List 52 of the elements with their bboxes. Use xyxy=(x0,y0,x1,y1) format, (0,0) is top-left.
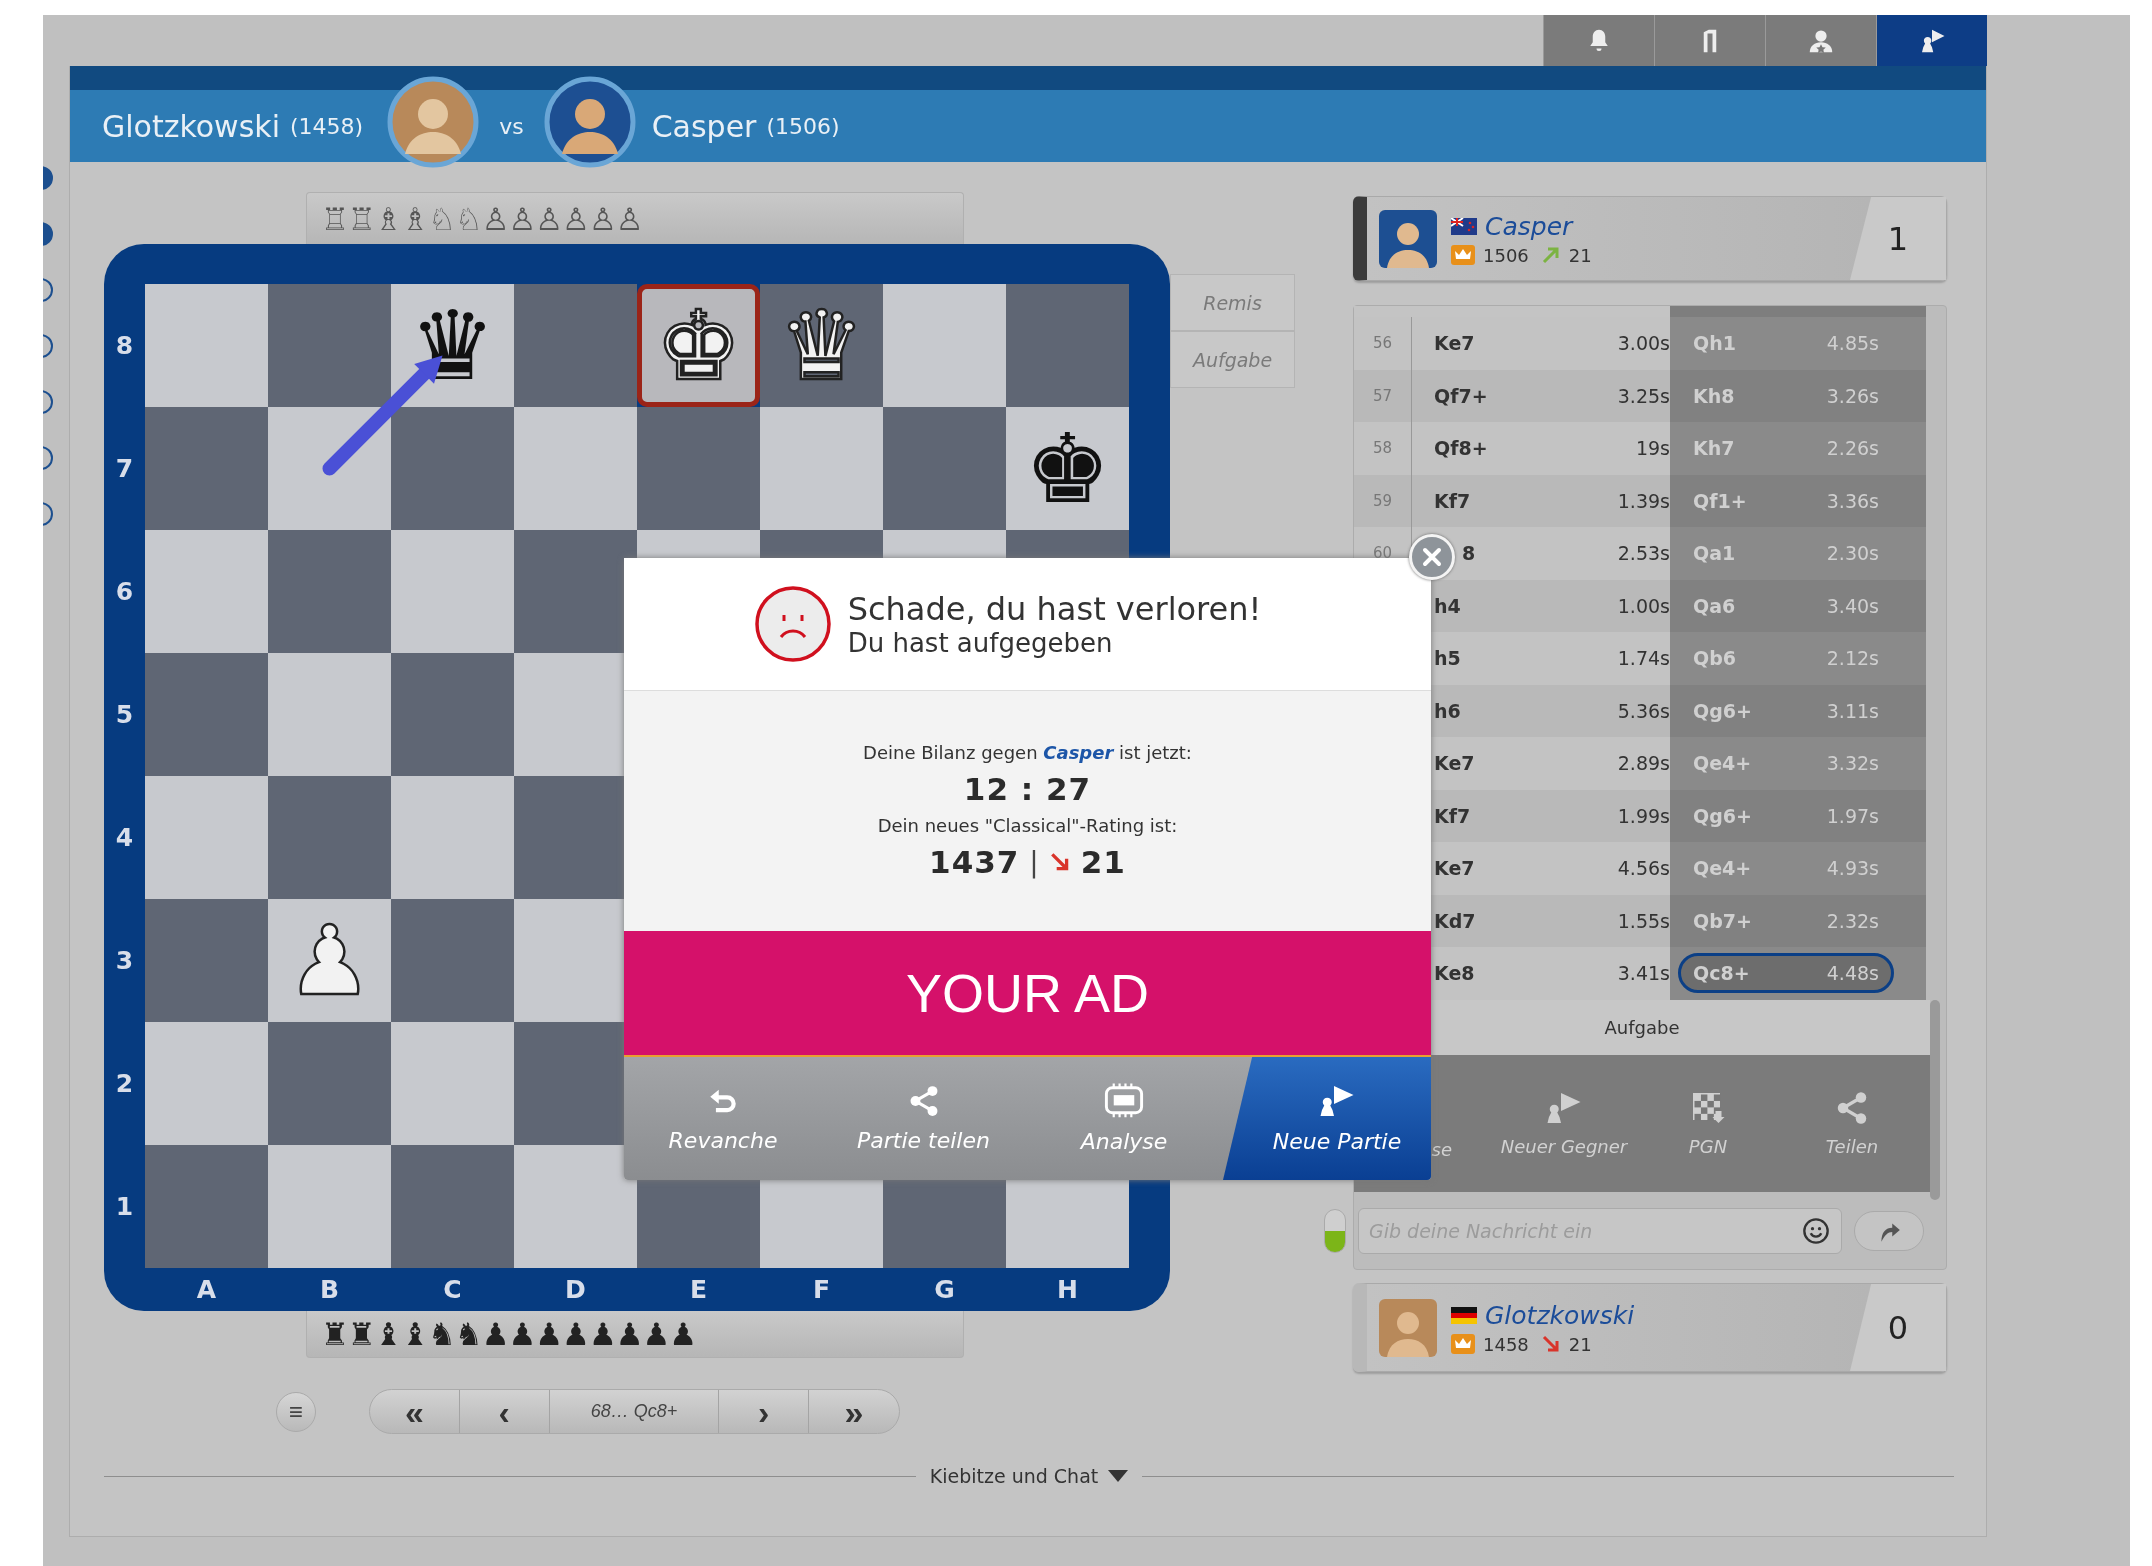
player-name: Casper xyxy=(651,108,757,144)
file-label: D xyxy=(564,1274,587,1306)
separator: | xyxy=(1029,845,1039,879)
move-time: 1.39s xyxy=(1616,489,1670,512)
rank-label: 3 xyxy=(114,945,135,977)
new-rating: 1437 xyxy=(929,844,1020,880)
move-time: 3.25s xyxy=(1616,384,1670,407)
rating-change: 21 xyxy=(1080,844,1126,880)
player-rating: 1506 xyxy=(1483,244,1529,266)
rating-text: Dein neues "Classical"-Rating ist: xyxy=(877,815,1178,836)
move-time: 19s xyxy=(1634,437,1670,460)
move-time: 5.36s xyxy=(1616,699,1670,722)
rank-label: 1 xyxy=(114,1191,135,1223)
rating-change: 21 xyxy=(1568,1333,1592,1355)
file-label: F xyxy=(811,1274,832,1306)
score: 1 xyxy=(1850,197,1946,280)
record-text: Deine Bilanz gegen Casper ist jetzt: xyxy=(863,742,1192,763)
vs-label: vs xyxy=(499,113,524,139)
player-name: Glotzkowski xyxy=(102,108,280,144)
rank-label: 5 xyxy=(114,699,135,731)
dialog-title: Schade, du hast verloren! xyxy=(847,590,1262,628)
rank-label: 7 xyxy=(114,453,135,485)
rank-label: 6 xyxy=(114,576,135,608)
move-time: 4.56s xyxy=(1616,857,1670,880)
captured-pieces: ♜♜♝♝♞♞♟♟♟♟♟♟♟♟ xyxy=(306,1311,964,1358)
file-label: A xyxy=(195,1274,218,1306)
file-label: G xyxy=(933,1274,956,1306)
file-label: B xyxy=(318,1274,341,1306)
rating-change: 21 xyxy=(1568,244,1592,266)
score: 0 xyxy=(1850,1284,1946,1371)
captured-pieces: ♖♖♗♗♘♘♙♙♙♙♙♙ xyxy=(306,192,964,244)
rank-label: 4 xyxy=(114,822,135,854)
file-label: E xyxy=(688,1274,709,1306)
move-time: 1.99s xyxy=(1616,804,1670,827)
rank-label: 8 xyxy=(114,330,135,362)
move-time: 1.00s xyxy=(1616,594,1670,617)
player-rating: (1506) xyxy=(766,113,840,139)
move-time: 3.41s xyxy=(1616,962,1670,985)
record-score: 12 : 27 xyxy=(963,771,1092,807)
move-time: 1.55s xyxy=(1616,909,1670,932)
move-time: 3.00s xyxy=(1616,332,1670,355)
file-label: H xyxy=(1056,1274,1079,1306)
move-time: 2.89s xyxy=(1616,752,1670,775)
dialog-subtitle: Du hast aufgegeben xyxy=(847,628,1114,658)
move-number: 58 xyxy=(1354,422,1412,475)
player-rating: (1458) xyxy=(290,113,364,139)
move-time: 2.53s xyxy=(1616,542,1670,565)
player-rating: 1458 xyxy=(1483,1333,1529,1355)
move-number: 56 xyxy=(1354,317,1412,370)
file-label: C xyxy=(442,1274,463,1306)
rank-label: 2 xyxy=(114,1068,135,1100)
move-time: 1.74s xyxy=(1616,647,1670,670)
